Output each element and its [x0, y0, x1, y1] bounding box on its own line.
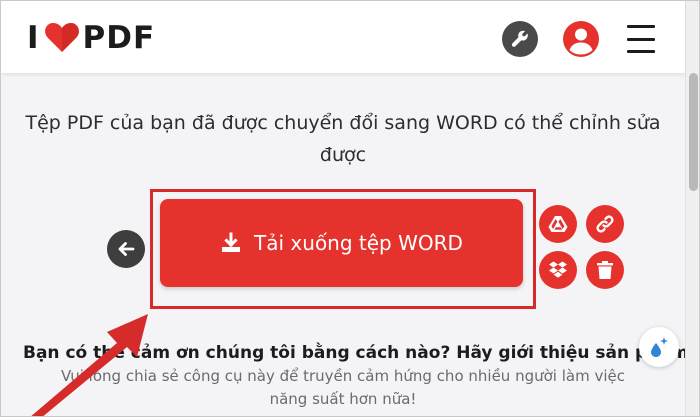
vertical-scrollbar[interactable]	[685, 1, 699, 416]
top-navbar: I PDF	[1, 1, 685, 73]
dropbox-icon	[549, 261, 567, 278]
menu-line	[627, 25, 655, 28]
download-icon	[222, 232, 241, 252]
trash-icon	[597, 261, 613, 279]
menu-line	[627, 50, 655, 53]
hamburger-menu-icon[interactable]	[627, 25, 657, 53]
tools-button[interactable]	[502, 21, 538, 57]
save-to-dropbox-button[interactable]	[539, 251, 577, 289]
menu-line	[627, 37, 655, 41]
account-button[interactable]	[563, 21, 599, 57]
arrow-left-icon	[118, 242, 135, 256]
link-icon	[596, 215, 614, 233]
download-word-button[interactable]: Tải xuống tệp WORD	[160, 199, 523, 287]
sparkle-drop-icon	[651, 337, 668, 357]
back-button[interactable]	[107, 230, 145, 268]
scrollbar-thumb[interactable]	[689, 73, 698, 191]
google-drive-icon	[548, 216, 568, 232]
heart-icon	[44, 23, 79, 52]
copy-link-button[interactable]	[586, 205, 624, 243]
app-window: I PDF Tệp PDF của bạn đã được chuyển đổi…	[0, 0, 700, 417]
delete-button[interactable]	[586, 251, 624, 289]
conversion-result-message: Tệp PDF của bạn đã được chuyển đổi sang …	[25, 112, 661, 166]
share-promo-title: Bạn có thể cảm ơn chúng tôi bằng cách nà…	[23, 343, 700, 363]
user-icon	[569, 28, 593, 55]
logo-text-right: PDF	[82, 20, 156, 56]
assistant-button[interactable]	[639, 327, 679, 367]
download-button-label: Tải xuống tệp WORD	[254, 231, 463, 255]
main-content: Tệp PDF của bạn đã được chuyển đổi sang …	[1, 73, 700, 416]
wrench-icon	[511, 30, 528, 47]
save-to-google-drive-button[interactable]	[539, 205, 577, 243]
ilovepdf-logo[interactable]: I PDF	[27, 20, 155, 56]
share-promo-subtitle: Vui lòng chia sẻ công cụ này để truyền c…	[61, 367, 625, 408]
logo-text-left: I	[27, 20, 40, 56]
